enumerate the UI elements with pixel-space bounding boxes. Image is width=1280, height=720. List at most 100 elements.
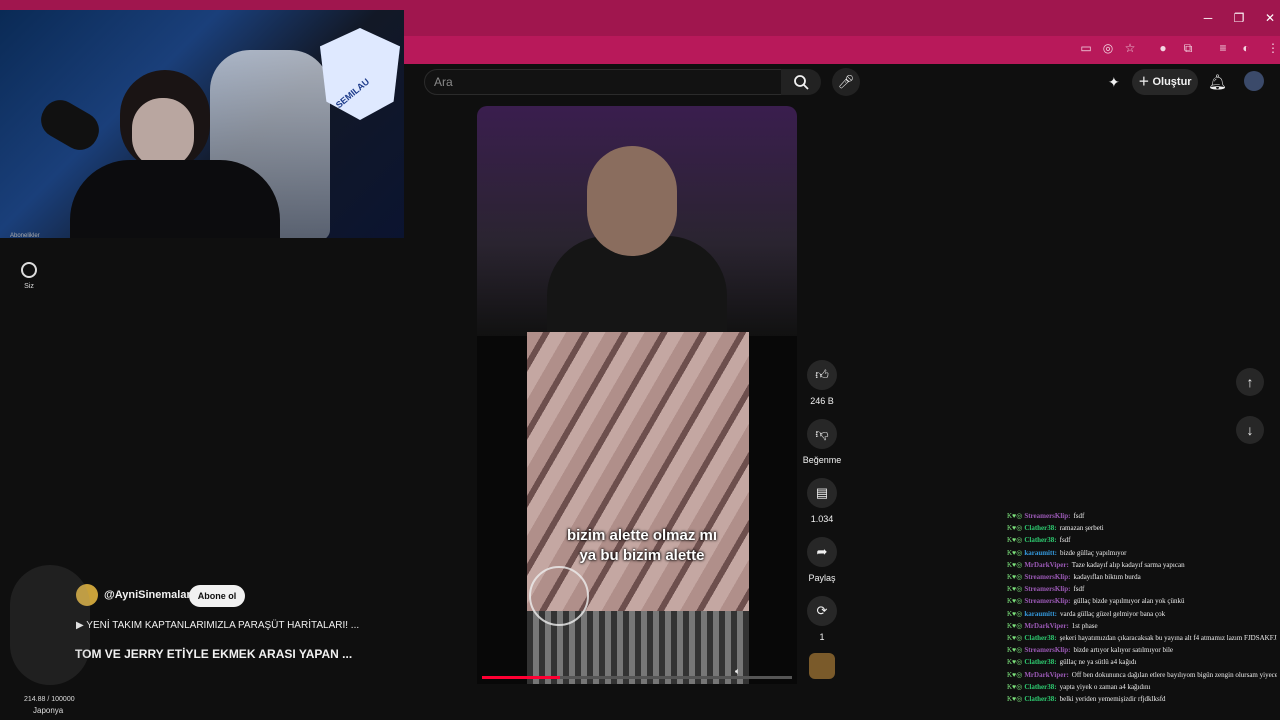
search-placeholder: Ara — [434, 75, 453, 89]
comments-action[interactable]: ▤ 1.034 — [802, 478, 842, 524]
share-icon[interactable]: ➦ — [807, 537, 837, 567]
chat-username: MrDarkViper: — [1024, 560, 1069, 569]
chat-text: Taze kadayıf alıp kadayıf sarma yapıcan — [1071, 560, 1185, 569]
chat-badges-icon: K♥◎ — [1007, 609, 1023, 618]
chat-username: StreamersKlip: — [1024, 585, 1071, 594]
restore-button[interactable]: ❐ — [1231, 10, 1247, 26]
chat-username: Clather38: — [1024, 658, 1057, 667]
like-action[interactable]: 👍︎ 246 B — [802, 360, 842, 406]
chat-message: K♥◎ Clather38: şekeri hayatımızdan çıkarac… — [1007, 632, 1277, 644]
streamer-body — [70, 160, 280, 238]
sidebar-you-label[interactable]: Siz — [14, 283, 44, 290]
chat-badges-icon: K♥◎ — [1007, 573, 1023, 582]
sparkle-icon[interactable]: ✦ — [1108, 74, 1120, 91]
wall-logo — [320, 28, 400, 120]
avatar[interactable] — [1244, 71, 1264, 91]
chat-message: K♥◎ MrDarkViper: Off ben dokununca dağılan… — [1007, 669, 1277, 681]
chat-badges-icon: K♥◎ — [1007, 536, 1023, 545]
chat-username: MrDarkViper: — [1024, 621, 1069, 630]
previous-video-button[interactable]: ↑ — [1236, 368, 1264, 396]
chat-message: K♥◎ StreamersKlip: kadayıflan biktım burda — [1007, 571, 1277, 583]
extensions-icon[interactable]: ⧉ — [1180, 40, 1196, 56]
chat-badges-icon: K♥◎ — [1007, 560, 1023, 569]
thumbs-down-icon[interactable]: 👎︎ — [807, 419, 837, 449]
minimize-button[interactable]: ─ — [1200, 10, 1216, 26]
chat-username: Clather38: — [1024, 695, 1057, 704]
remix-icon[interactable]: ⟳ — [807, 596, 837, 626]
streamer-face — [132, 98, 194, 168]
chat-badges-icon: K♥◎ — [1007, 597, 1023, 606]
chat-message: K♥◎ karaumitt: varda güllaç güzel gelmiyor… — [1007, 608, 1277, 620]
bookmark-star-icon[interactable]: ☆ — [1122, 40, 1138, 56]
chat-badges-icon: K♥◎ — [1007, 682, 1023, 691]
chat-badges-icon: K♥◎ — [1007, 512, 1023, 520]
dislike-action[interactable]: 👎︎ Beğenme — [802, 419, 842, 465]
video-person-face — [587, 146, 677, 256]
create-button[interactable]: ＋ Oluştur — [1132, 69, 1198, 95]
chat-text: belki yeriden yememişizdir rfjdklksfd — [1059, 695, 1166, 704]
media-icon[interactable]: ≡ — [1215, 40, 1231, 56]
chat-badges-icon: K♥◎ — [1007, 621, 1023, 630]
chat-username: Clather38: — [1024, 682, 1057, 691]
search-input[interactable] — [424, 69, 782, 95]
voice-search-button[interactable]: 🎤︎ — [832, 68, 860, 96]
chat-text: güllaç bizde yapılmıyor alan yok çünkü — [1073, 597, 1185, 606]
create-label: Oluştur — [1152, 76, 1192, 88]
chat-username: Clather38: — [1024, 536, 1057, 545]
chat-username: karaumitt: — [1024, 609, 1057, 618]
chat-username: StreamersKlip: — [1024, 512, 1071, 520]
extension-lock-icon[interactable]: ● — [1155, 40, 1171, 56]
chat-text: 1st phase — [1071, 621, 1098, 630]
cast-icon[interactable]: ▭ — [1078, 40, 1094, 56]
chat-message: K♥◎ StreamersKlip: fsdf — [1007, 583, 1277, 595]
chat-message: K♥◎ MrDarkViper: Taze kadayıf alıp kadayıf… — [1007, 559, 1277, 571]
video-caption: bizim alette olmaz mı ya bu bizim alette — [537, 526, 747, 566]
remix-action[interactable]: ⟳ 1 — [802, 596, 842, 642]
chat-username: StreamersKlip: — [1024, 597, 1071, 606]
profile-icon[interactable]: ◐ — [1238, 40, 1254, 56]
playlist-link[interactable]: ▶ YENİ TAKIM KAPTANLARIMIZLA PARAŞÜT HAR… — [76, 620, 359, 631]
shorts-video-player[interactable]: bizim alette olmaz mı ya bu bizim alette… — [477, 106, 797, 684]
chat-username: Clather38: — [1024, 524, 1057, 533]
account-icon[interactable] — [21, 262, 37, 278]
stream-counter: 214.88 / 100000 — [24, 696, 75, 703]
close-button[interactable]: ✕ — [1262, 10, 1278, 26]
caption-line-1: bizim alette olmaz mı — [566, 527, 718, 544]
chat-message: K♥◎ Clather38: belki yeriden yememişizdir … — [1007, 693, 1277, 705]
next-video-button[interactable]: ↓ — [1236, 416, 1264, 444]
subscribe-button[interactable]: Abone ol — [189, 585, 245, 607]
chat-badges-icon: K♥◎ — [1007, 646, 1023, 655]
remix-count: 1 — [819, 632, 825, 642]
chat-badges-icon: K♥◎ — [1007, 585, 1023, 594]
chat-username: Clather38: — [1024, 634, 1057, 643]
chat-text: bizde güllaç yapılmıyor — [1060, 548, 1127, 557]
stream-country: Japonya — [33, 706, 64, 715]
chat-message: K♥◎ StreamersKlip: güllaç bizde yapılmıyor… — [1007, 595, 1277, 607]
chat-text: yapta yiyek o zaman a4 kağıdını — [1059, 682, 1151, 691]
search-button[interactable] — [781, 69, 821, 95]
chat-username: StreamersKlip: — [1024, 573, 1071, 582]
caption-line-2: ya bu bizim alette — [579, 547, 705, 564]
sound-thumbnail[interactable] — [809, 653, 835, 679]
thumbs-up-icon[interactable]: 👍︎ — [807, 360, 837, 390]
chat-message: K♥◎ Clather38: fsdf — [1007, 534, 1277, 546]
stream-chat: K♥◎ StreamersKlip: fsdf K♥◎ Clather38: ramaza… — [1007, 510, 1277, 705]
notifications-bell-icon[interactable]: 🔔︎ — [1208, 73, 1227, 91]
share-action[interactable]: ➦ Paylaş — [802, 537, 842, 583]
webcam-overlay: SEMILAU — [0, 10, 404, 238]
video-title[interactable]: TOM VE JERRY ETİYLE EKMEK ARASI YAPAN ..… — [75, 647, 352, 661]
chat-text: fsdf — [1059, 536, 1071, 545]
sidebar-subscriptions-label[interactable]: Abonelikler — [10, 233, 40, 239]
eye-off-icon[interactable]: ◎ — [1100, 40, 1116, 56]
chat-text: fsdf — [1073, 512, 1085, 520]
chat-badges-icon: K♥◎ — [1007, 658, 1023, 667]
chat-username: karaumitt: — [1024, 548, 1057, 557]
chat-username: StreamersKlip: — [1024, 646, 1071, 655]
microphone — [34, 93, 106, 157]
channel-handle[interactable]: @AyniSinemalar — [104, 589, 191, 601]
plus-icon: ＋ — [1138, 76, 1153, 88]
comment-icon[interactable]: ▤ — [807, 478, 837, 508]
menu-icon[interactable]: ⋮ — [1265, 40, 1280, 56]
chat-text: bizde artıyor kalıyor satılmıyor bile — [1073, 646, 1173, 655]
playlist-title: YENİ TAKIM KAPTANLARIMIZLA PARAŞÜT HARİT… — [86, 620, 360, 631]
